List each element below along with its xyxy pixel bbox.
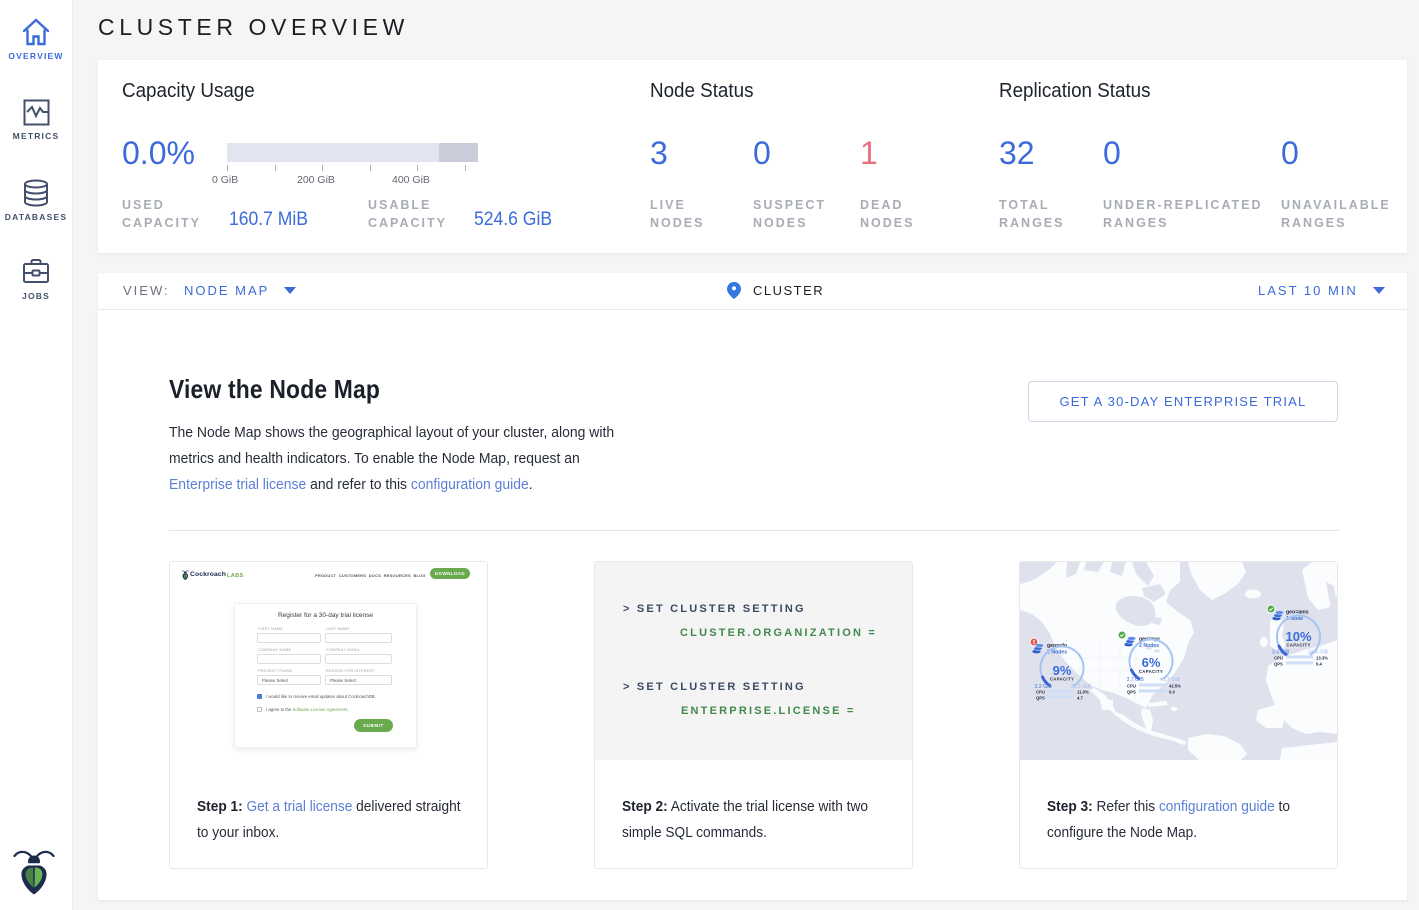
- svg-text:0.0: 0.0: [1169, 690, 1175, 695]
- svg-text:CAPACITY: CAPACITY: [1139, 669, 1163, 674]
- svg-text:QPS: QPS: [1127, 690, 1136, 695]
- svg-text:11.0%: 11.0%: [1077, 690, 1089, 695]
- svg-text:4.7: 4.7: [1077, 696, 1083, 701]
- svg-text:42.5%: 42.5%: [1169, 684, 1181, 689]
- svg-text:2 Nodes: 2 Nodes: [1139, 643, 1159, 649]
- svg-text:QPS: QPS: [1274, 662, 1283, 667]
- svg-text:CPU: CPU: [1127, 684, 1136, 689]
- svg-text:6%: 6%: [1142, 655, 1161, 670]
- svg-text:QPS: QPS: [1036, 696, 1045, 701]
- svg-text:13.3%: 13.3%: [1316, 656, 1328, 661]
- svg-text:CAPACITY: CAPACITY: [1286, 643, 1310, 648]
- svg-text:3.7 GiB: 3.7 GiB: [1127, 677, 1145, 683]
- svg-text:CPU: CPU: [1274, 656, 1283, 661]
- svg-text:0.4: 0.4: [1316, 662, 1322, 667]
- svg-text:CPU: CPU: [1036, 690, 1045, 695]
- svg-text:CAPACITY: CAPACITY: [1050, 677, 1074, 682]
- svg-text:45.7 GiB: 45.7 GiB: [1160, 677, 1181, 683]
